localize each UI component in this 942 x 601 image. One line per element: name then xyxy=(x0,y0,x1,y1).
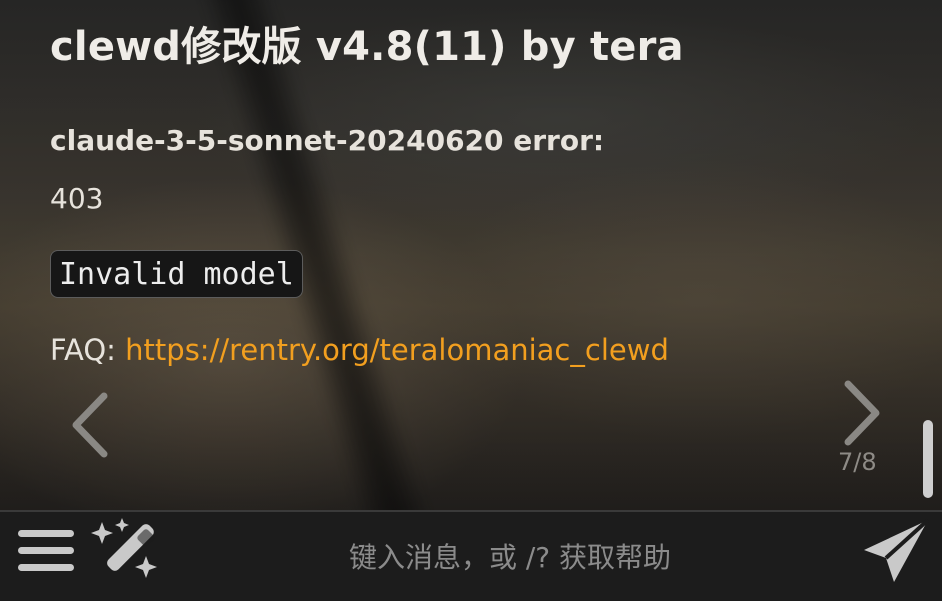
swipe-prev-button[interactable] xyxy=(66,390,116,460)
hamburger-menu-icon xyxy=(18,530,74,571)
send-button[interactable] xyxy=(860,516,932,586)
faq-prefix: FAQ: xyxy=(50,333,126,367)
status-code: 403 xyxy=(50,182,104,215)
error-label: claude-3-5-sonnet-20240620 error: xyxy=(50,124,605,157)
swipe-counter: 7/8 xyxy=(838,448,877,476)
magic-wand-button[interactable] xyxy=(88,516,160,584)
magic-wand-icon xyxy=(91,518,157,578)
faq-link[interactable]: https://rentry.org/teralomaniac_clewd xyxy=(125,333,669,367)
chevron-left-icon xyxy=(72,392,108,458)
error-detail-code: Invalid model xyxy=(50,250,303,298)
scrollbar-thumb[interactable] xyxy=(923,420,933,498)
send-paper-plane-icon xyxy=(864,518,930,582)
options-menu-button[interactable] xyxy=(16,525,76,577)
faq-line: FAQ: https://rentry.org/teralomaniac_cle… xyxy=(50,333,669,367)
message-input[interactable] xyxy=(170,527,850,587)
message-title: clewd修改版 v4.8(11) by tera xyxy=(50,24,684,70)
message-input-wrapper xyxy=(170,527,850,587)
swipe-next-button[interactable] xyxy=(836,378,886,448)
chevron-right-icon xyxy=(844,380,880,446)
